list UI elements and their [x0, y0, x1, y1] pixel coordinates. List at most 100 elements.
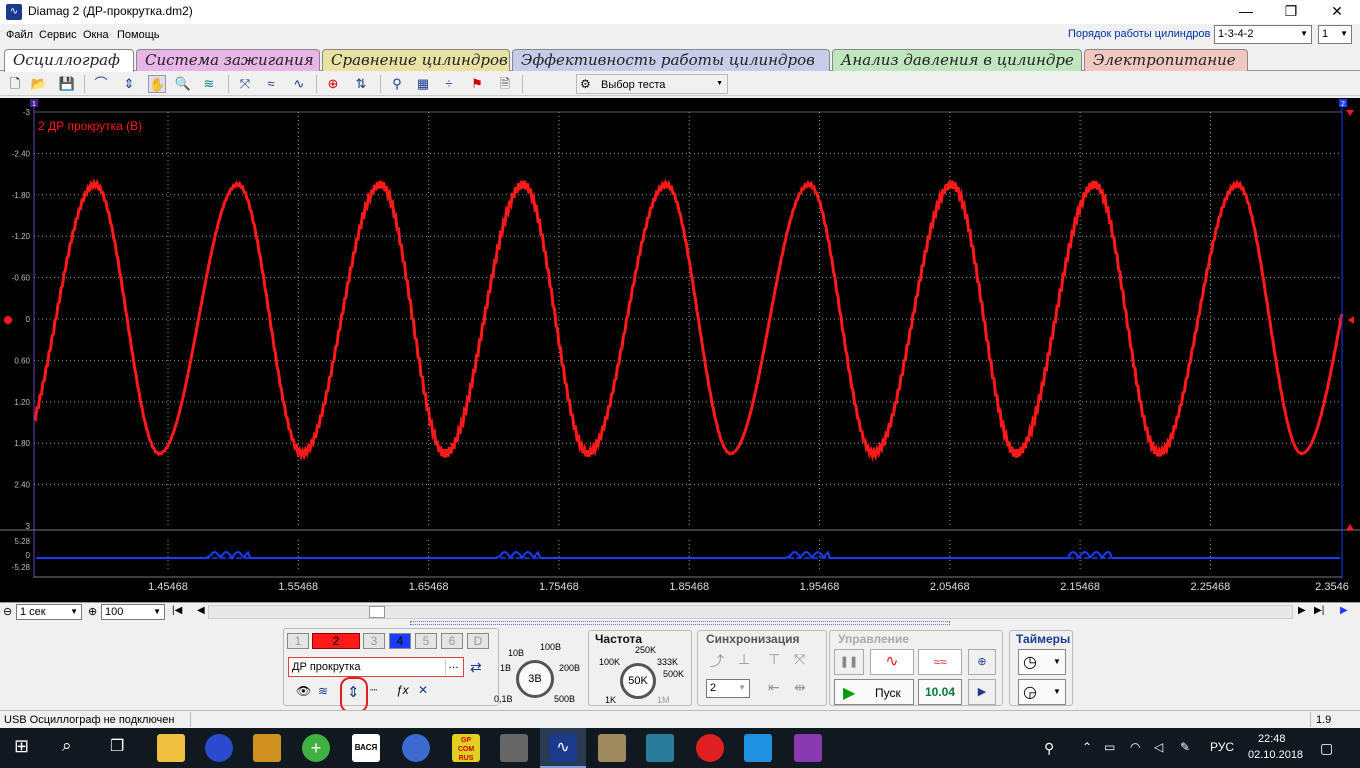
filter-icon[interactable]: ⚲: [388, 75, 406, 93]
frequency-knob[interactable]: 50K: [620, 663, 656, 699]
save-icon[interactable]: 💾: [58, 75, 76, 93]
windows-start-icon[interactable]: ⊞: [14, 736, 29, 757]
waveform-invert-icon[interactable]: ≋: [318, 684, 328, 698]
pen-icon[interactable]: ✎: [1180, 740, 1190, 754]
hand-tool-icon[interactable]: ✋: [148, 75, 166, 93]
go-start-icon[interactable]: |◀: [172, 605, 182, 616]
channel-5-button[interactable]: 5: [415, 633, 437, 649]
cylinder-order-select[interactable]: 1-3-4-2 ▼: [1214, 25, 1312, 44]
minimize-button[interactable]: —: [1223, 0, 1269, 24]
timer-2-button[interactable]: ◶ ▼: [1018, 679, 1066, 705]
panel-splitter[interactable]: [410, 621, 950, 625]
tab-oscilloscope[interactable]: Осциллограф: [4, 49, 134, 72]
search-icon[interactable]: ⌕: [62, 736, 72, 756]
plus-app-icon[interactable]: +: [302, 734, 330, 762]
zoom-out-icon[interactable]: ⊖: [3, 605, 12, 618]
wave-filter-icon[interactable]: ≈: [262, 75, 280, 93]
zoom-icon[interactable]: 🔍: [174, 75, 192, 93]
tab-power-supply[interactable]: Электропитание: [1084, 49, 1248, 71]
play-forward-icon[interactable]: ▶: [1340, 605, 1348, 616]
dotted-line-icon[interactable]: ┈: [370, 683, 377, 697]
tab-cylinder-efficiency[interactable]: Эффективность работы цилиндров: [512, 49, 830, 71]
language-indicator[interactable]: РУС: [1210, 740, 1234, 754]
flag-icon[interactable]: ⚑: [468, 75, 486, 93]
noise-mode-button[interactable]: ≈≈: [918, 649, 962, 675]
function-icon[interactable]: ƒx: [396, 683, 409, 697]
cursor-peak-icon[interactable]: ⌒: [92, 75, 110, 93]
zero-offset-icon[interactable]: ⇅: [352, 75, 370, 93]
car-app-icon[interactable]: [253, 734, 281, 762]
notes-icon[interactable]: 🗎: [496, 75, 514, 93]
layers-icon[interactable]: ≋: [200, 75, 218, 93]
pause-button[interactable]: ❚❚: [834, 649, 864, 675]
notifications-icon[interactable]: ▢: [1320, 740, 1333, 757]
sync-center-icon[interactable]: ⇹: [794, 679, 806, 696]
scroll-right-icon[interactable]: ▶: [1298, 605, 1306, 616]
channel-1-button[interactable]: 1: [287, 633, 309, 649]
channel-swap-icon[interactable]: ⇄: [470, 659, 482, 676]
gp-com-rus-icon[interactable]: GP COM RUS: [452, 734, 480, 762]
eye-icon[interactable]: 👁: [296, 684, 311, 698]
time-scrollbar[interactable]: [208, 605, 1293, 619]
new-file-icon[interactable]: 🗋: [6, 75, 24, 93]
measure-icon[interactable]: ⇕: [120, 75, 138, 93]
clock-time[interactable]: 22:48: [1258, 733, 1286, 745]
globe-app-icon[interactable]: [205, 734, 233, 762]
sine-mode-button[interactable]: ∿: [870, 649, 914, 675]
channel-3-button[interactable]: 3: [363, 633, 385, 649]
auto-record-icon[interactable]: ▶: [968, 679, 996, 705]
vasya-diagnostics-icon[interactable]: ВАСЯ: [352, 734, 380, 762]
table-icon[interactable]: ▦: [414, 75, 432, 93]
step-up-icon[interactable]: ⊥: [738, 651, 750, 668]
oscilloscope-display[interactable]: -3 -2.40 -1.80 -1.20 -0.60 0 0.60 1.20 1.80 2.40 3…: [0, 98, 1360, 603]
scroll-left-icon[interactable]: ◀: [197, 605, 205, 616]
auto-mode-icon[interactable]: ⊕: [968, 649, 996, 675]
spectrum-icon[interactable]: ∿: [290, 75, 308, 93]
split-icon[interactable]: ÷: [440, 75, 458, 93]
oscilloscope-canvas[interactable]: -3 -2.40 -1.80 -1.20 -0.60 0 0.60 1.20 1.80 2.40 3…: [0, 98, 1360, 603]
opera-icon[interactable]: [696, 734, 724, 762]
tools-icon[interactable]: ✕: [418, 683, 428, 697]
battery-icon[interactable]: ▭: [1104, 740, 1115, 754]
tab-ignition[interactable]: Система зажигания: [136, 49, 320, 71]
channel-6-button[interactable]: 6: [441, 633, 463, 649]
ground-marker-left[interactable]: [4, 316, 12, 324]
open-folder-icon[interactable]: 📂: [30, 75, 48, 93]
chevron-up-icon[interactable]: ⌃: [1082, 740, 1092, 754]
invert-polarity-icon[interactable]: ⇕: [347, 683, 360, 701]
airplane-app-icon[interactable]: [598, 734, 626, 762]
auto-sync-icon[interactable]: ⤧: [794, 651, 805, 668]
trigger-top-marker[interactable]: [1346, 110, 1354, 116]
scrollbar-thumb[interactable]: [369, 606, 385, 618]
diamag-taskbar-button[interactable]: ∿: [540, 728, 586, 768]
start-button[interactable]: ▶ Пуск: [834, 679, 914, 705]
more-icon[interactable]: …: [445, 659, 461, 675]
winrar-icon[interactable]: [794, 734, 822, 762]
channel-4-button[interactable]: 4: [389, 633, 411, 649]
window-app-icon[interactable]: [744, 734, 772, 762]
expand-icon[interactable]: ⤧: [236, 75, 254, 93]
scope-app-icon[interactable]: [646, 734, 674, 762]
task-view-icon[interactable]: ❐: [110, 736, 124, 756]
maximize-button[interactable]: ❐: [1268, 0, 1314, 24]
go-end-icon[interactable]: ▶|: [1314, 605, 1324, 616]
volume-icon[interactable]: ◁: [1154, 740, 1163, 754]
clock-date[interactable]: 02.10.2018: [1248, 749, 1303, 761]
channel-d-button[interactable]: D: [467, 633, 489, 649]
device-app-icon[interactable]: [500, 734, 528, 762]
channel-name-field[interactable]: ДР прокрутка …: [288, 657, 464, 677]
sync-level-icon[interactable]: ⇤: [768, 679, 780, 696]
user-icon[interactable]: ⚲: [1044, 740, 1054, 757]
menu-service[interactable]: Сервис: [39, 29, 77, 41]
zoom-in-icon[interactable]: ⊕: [88, 605, 97, 618]
auto-level-icon[interactable]: ⊕: [324, 75, 342, 93]
voltage-knob[interactable]: 3В: [516, 660, 554, 698]
step-down-icon[interactable]: ⊤: [768, 651, 780, 668]
channel-2-button[interactable]: 2: [312, 633, 360, 649]
sync-channel-select[interactable]: 2 ▼: [706, 679, 750, 698]
close-button[interactable]: ✕: [1314, 0, 1360, 24]
menu-windows[interactable]: Окна: [83, 29, 109, 41]
rising-edge-icon[interactable]: ⤴: [710, 651, 724, 671]
file-explorer-icon[interactable]: [157, 734, 185, 762]
timer-1-button[interactable]: ◷ ▼: [1018, 649, 1066, 675]
